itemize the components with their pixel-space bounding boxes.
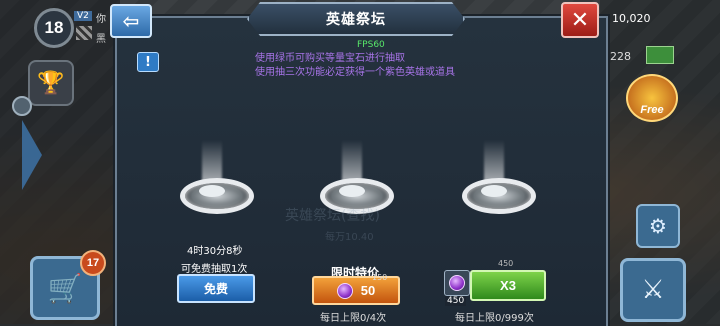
info-icon[interactable]: ! [137,52,159,72]
vip-tag: V2 [74,11,92,21]
trophy-icon[interactable]: 🏆 [28,60,74,106]
close-icon: ✕ [570,7,590,33]
altar-core [339,185,365,197]
battle-button[interactable]: ⚔ [620,258,686,322]
free-draw-button[interactable]: 免费 [177,274,255,303]
altar-pod-middle [317,140,394,214]
free-gift-button[interactable]: Free [626,74,678,122]
back-button[interactable]: ⇦ [110,4,152,38]
player-subtext-fragment: 黑 [96,34,106,45]
gear-icon: ⚙ [649,214,667,238]
gem-icon [449,275,465,291]
triple-draw-button[interactable]: X3 [470,270,546,301]
map-dot-icon[interactable] [12,96,32,116]
cash-icon[interactable] [646,46,674,64]
rank-stripe-icon [76,26,92,40]
back-arrow-icon: ⇦ [122,9,140,33]
altar-pod-right [459,140,536,214]
player-name-fragment: 你 [96,14,106,25]
free-gift-label: Free [640,104,664,116]
altar-pod-left [177,140,254,214]
cart-badge: 17 [80,250,106,276]
info-text-line-2: 使用抽三次功能必定获得一个紫色英雄或道具 [255,67,455,78]
gem-icon [336,282,353,299]
triple-draw-daily-limit: 每日上限0/999次 [455,313,534,324]
single-draw-price: 50 [360,283,376,298]
close-button[interactable]: ✕ [561,2,599,38]
x3-gem-box [444,270,470,296]
free-draw-timer: 4时30分8秒 [187,246,243,257]
player-level-badge[interactable]: 18 [34,8,74,48]
x3-small-count: 450 [498,259,514,268]
background-ghost-subtext: 每万10.40 [325,232,374,243]
info-text-line-1: 使用绿币可购买等量宝石进行抽取 [255,53,405,64]
settings-gear-button[interactable]: ⚙ [636,204,680,248]
background-ghost-text: 英雄祭坛(查找) [285,208,380,224]
dialog-title: 英雄祭坛 [326,12,386,28]
free-draw-text: 可免费抽取1次 [181,264,248,275]
gold-counter: 10,020 [612,12,651,25]
altar-core [481,185,507,197]
gem-counter: 228 [610,50,631,63]
dialog-title-plate: 英雄祭坛 [247,2,465,36]
single-draw-original-price: 150 [372,273,388,282]
cart-icon: 🛒 [47,271,83,305]
x3-gem-count: 450 [445,296,467,306]
single-draw-daily-limit: 每日上限0/4次 [320,313,387,324]
crossed-guns-icon: ⚔ [641,275,665,305]
altar-core [199,185,225,197]
